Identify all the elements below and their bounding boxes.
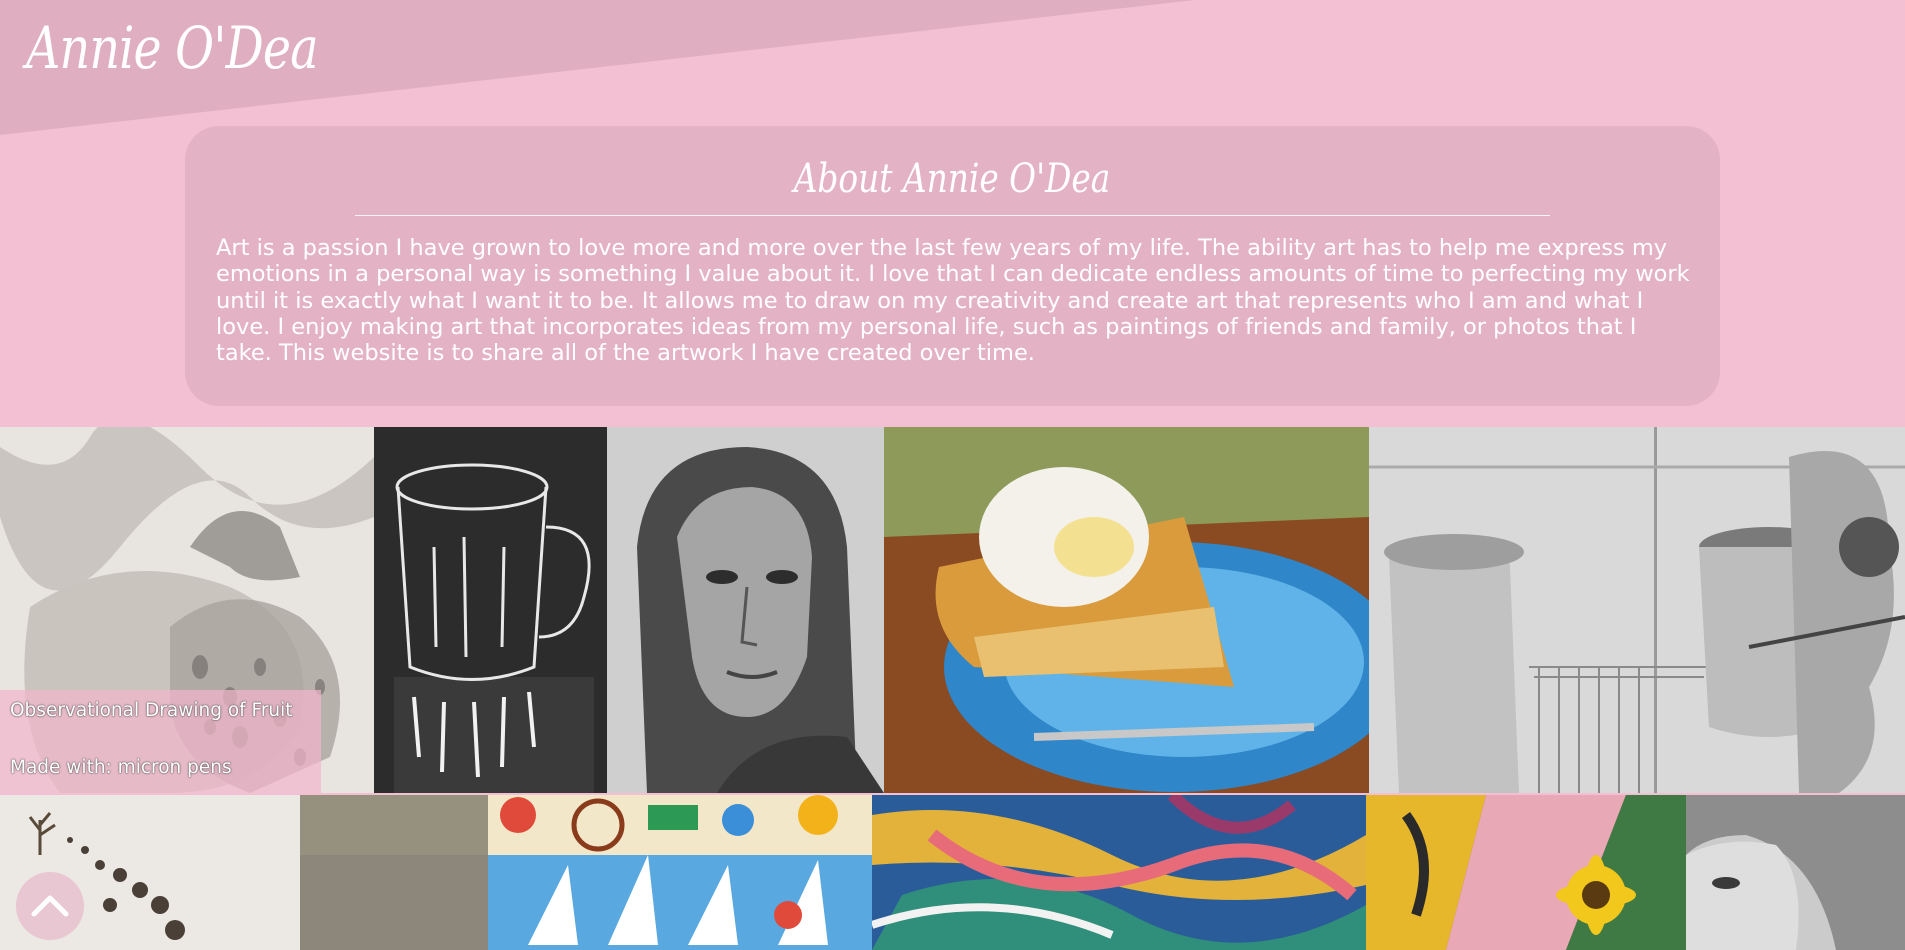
artwork-tile-fruit-drawing[interactable]: Observational Drawing of Fruit Made with… bbox=[0, 427, 374, 793]
artwork-gallery: Observational Drawing of Fruit Made with… bbox=[0, 427, 1905, 950]
portrait-pencil-image bbox=[1686, 795, 1905, 950]
glass-mug-image bbox=[374, 427, 607, 793]
back-to-top-button[interactable] bbox=[16, 872, 84, 940]
about-heading: About Annie O'Dea bbox=[185, 156, 1720, 202]
portrait-charcoal-image bbox=[607, 427, 884, 793]
artwork-caption-title: Observational Drawing of Fruit bbox=[10, 700, 293, 721]
chevron-up-icon bbox=[31, 895, 69, 917]
sunflower-painting-image bbox=[1366, 795, 1686, 950]
artwork-tile-pie-painting[interactable] bbox=[884, 427, 1369, 793]
site-header: Annie O'Dea bbox=[0, 0, 1905, 140]
artwork-tile-portrait-charcoal[interactable] bbox=[607, 427, 884, 793]
about-section: About Annie O'Dea Art is a passion I hav… bbox=[185, 126, 1720, 406]
about-divider bbox=[355, 215, 1550, 216]
artwork-tile-sunflower-painting[interactable] bbox=[1366, 795, 1686, 950]
artwork-tile-summer-doodles[interactable] bbox=[488, 795, 872, 950]
about-heading-text: About Annie O'Dea bbox=[794, 156, 1111, 202]
summer-doodles-image bbox=[488, 795, 872, 950]
artwork-tile-abstract-paint[interactable] bbox=[872, 795, 1366, 950]
artwork-caption-medium: Made with: micron pens bbox=[10, 757, 232, 778]
artwork-tile-portrait-pencil[interactable] bbox=[1686, 795, 1905, 950]
abstract-paint-image bbox=[872, 795, 1366, 950]
artwork-caption: Observational Drawing of Fruit Made with… bbox=[0, 690, 321, 793]
artwork-tile-still-life-pencil[interactable] bbox=[1369, 427, 1905, 793]
site-title[interactable]: Annie O'Dea bbox=[26, 14, 319, 82]
still-life-pencil-image bbox=[1369, 427, 1905, 793]
about-body-text: Art is a passion I have grown to love mo… bbox=[216, 235, 1690, 367]
artwork-tile-glass-mug[interactable] bbox=[374, 427, 607, 793]
artwork-tile-gray-panel[interactable] bbox=[300, 795, 488, 950]
gray-panel-image bbox=[300, 795, 488, 950]
pie-painting-image bbox=[884, 427, 1369, 793]
